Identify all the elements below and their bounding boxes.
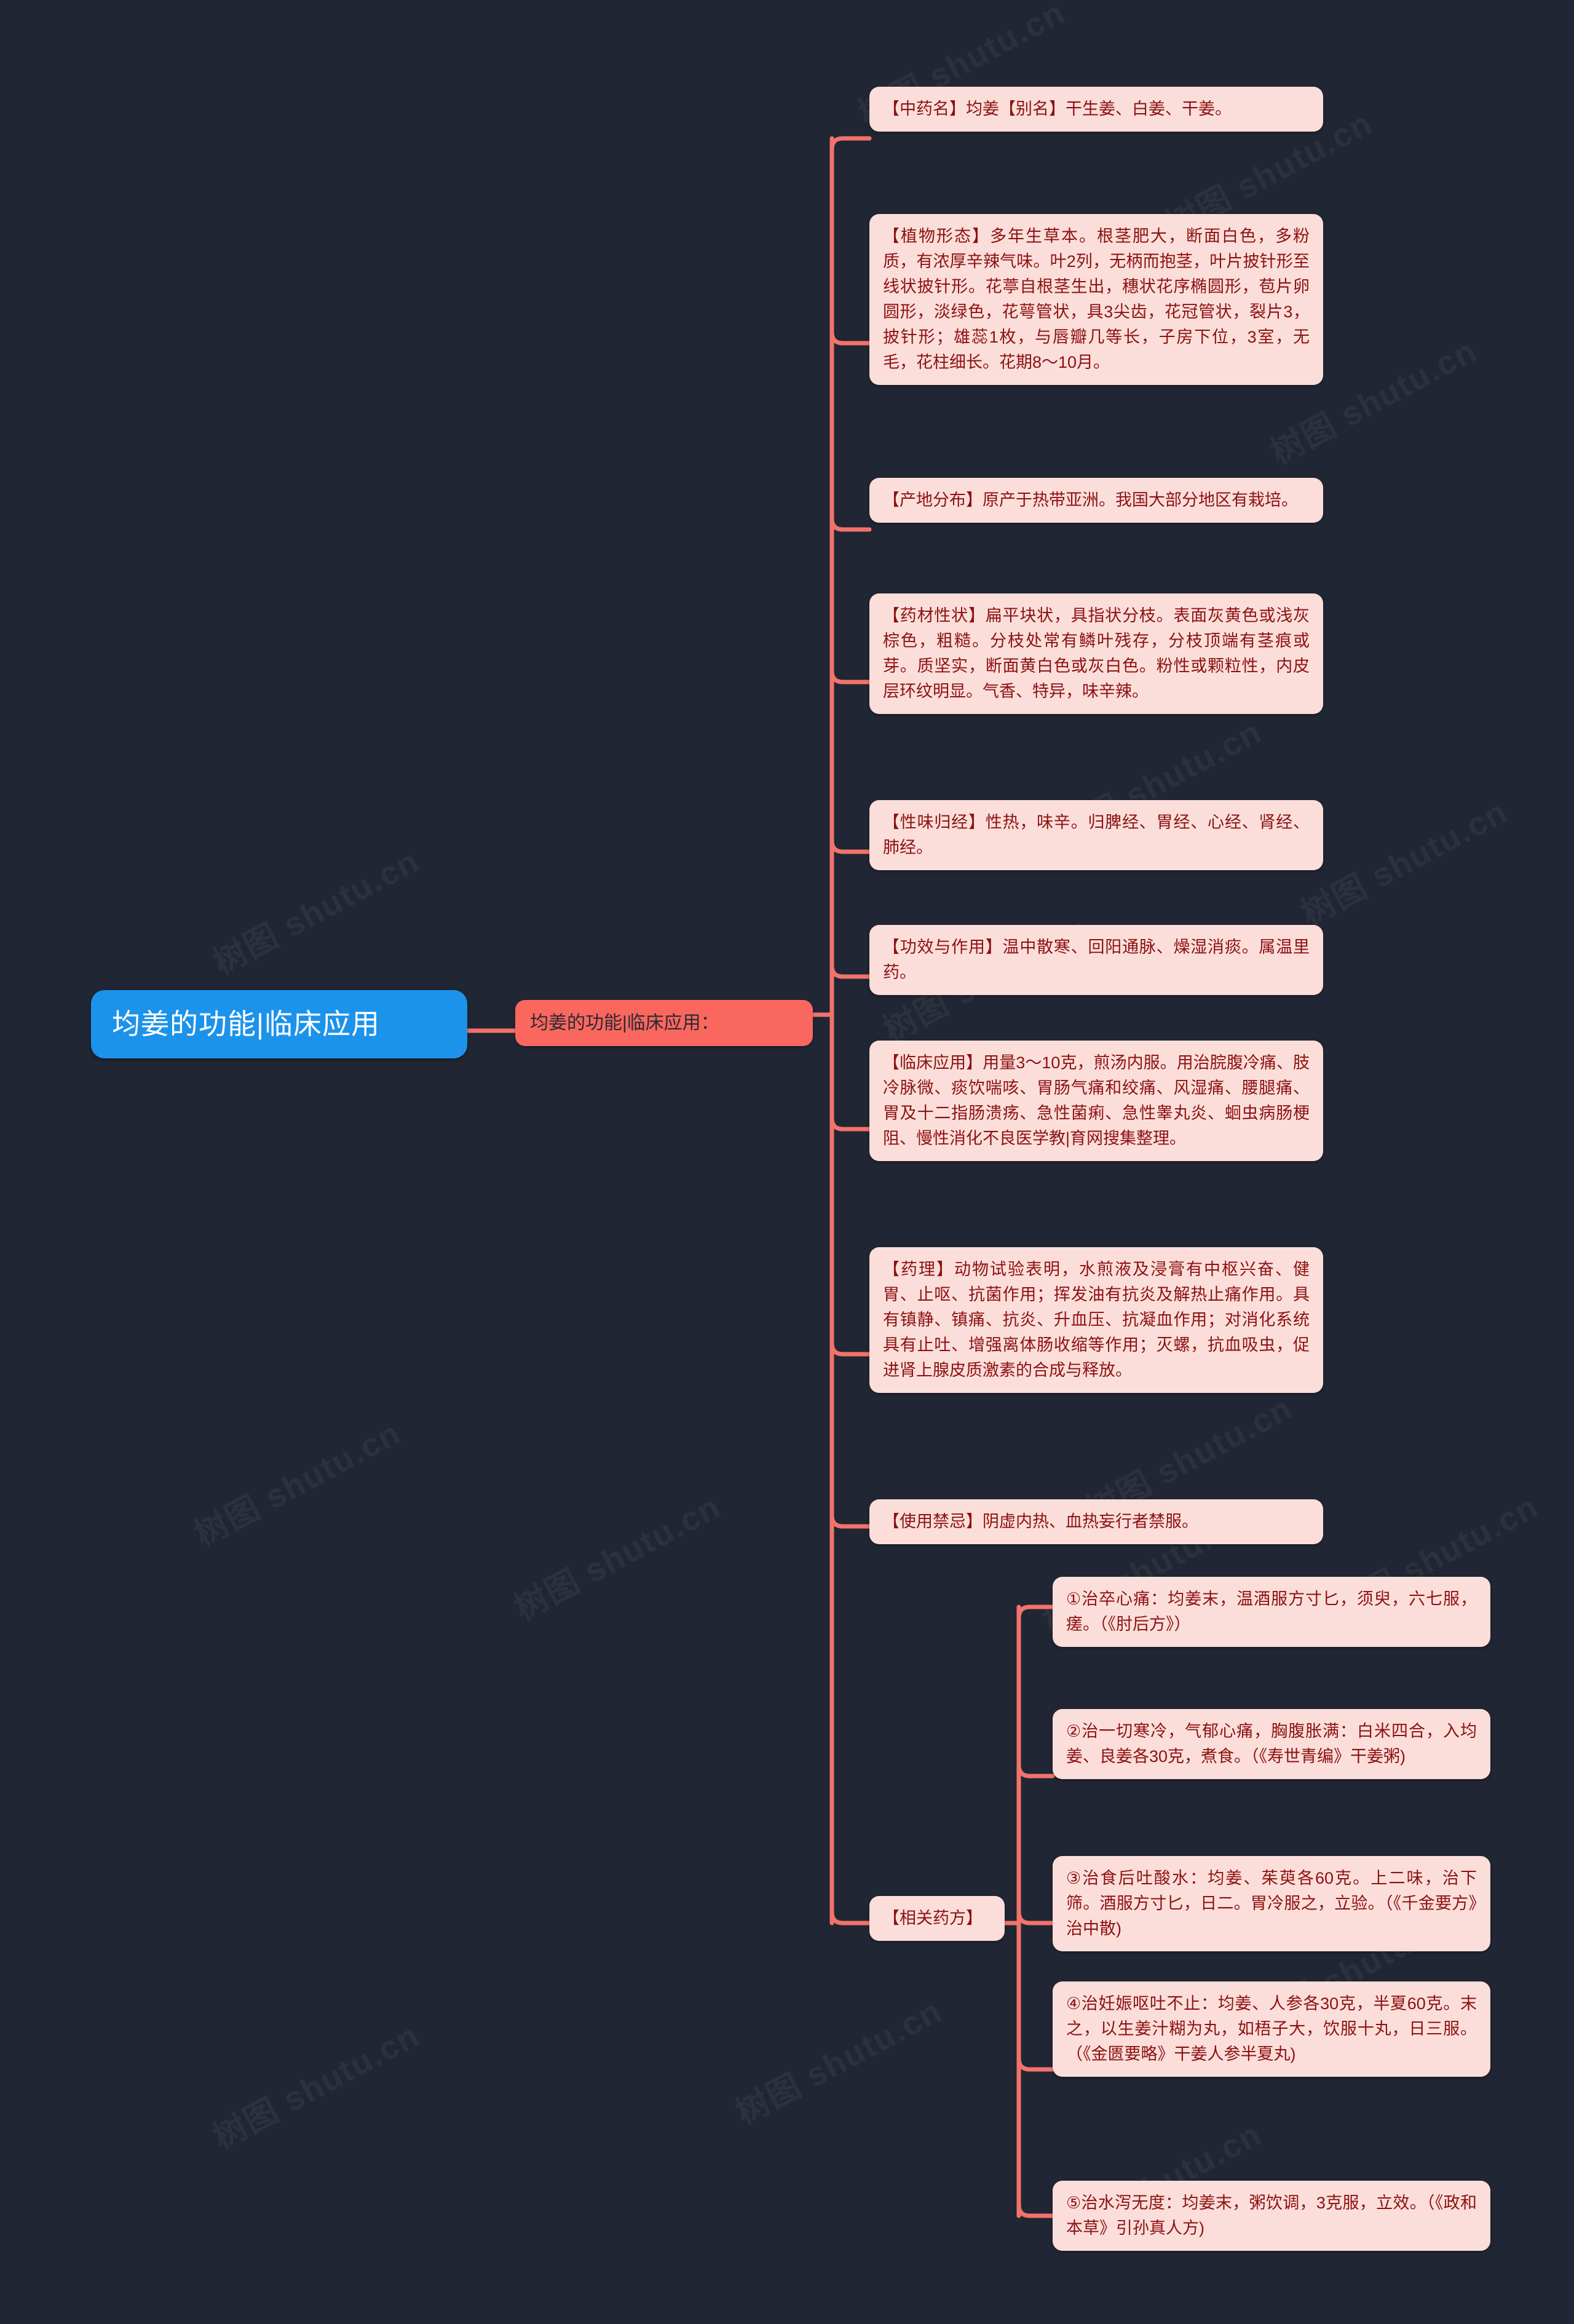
mindmap-branch-node[interactable]: 均姜的功能|临床应用： — [515, 1000, 813, 1046]
prescription-node-1[interactable]: ①治卒心痛：均姜末，温酒服方寸匕，须臾，六七服，瘥。（《肘后方》） — [1053, 1577, 1490, 1648]
prescription-label: ⑤治水泻无度：均姜末，粥饮调，3克服，立效。（《政和本草》引孙真人方) — [1066, 2194, 1477, 2238]
topic-label: 【性味归经】性热，味辛。归脾经、胃经、心经、肾经、肺经。 — [883, 813, 1310, 857]
topic-label: 【使用禁忌】阴虚内热、血热妄行者禁服。 — [883, 1512, 1198, 1531]
topic-label: 【相关药方】 — [883, 1909, 983, 1927]
topic-label: 【中药名】均姜【别名】干生姜、白姜、干姜。 — [883, 100, 1232, 118]
prescription-node-2[interactable]: ②治一切寒冷，气郁心痛，胸腹胀满：白米四合，入均姜、良姜各30克，煮食。（《寿世… — [1053, 1709, 1490, 1780]
prescription-node-4[interactable]: ④治妊娠呕吐不止：均姜、人参各30克，半夏60克。末之，以生姜汁糊为丸，如梧子大… — [1053, 1981, 1490, 2077]
topic-label: 【临床应用】用量3～10克，煎汤内服。用治脘腹冷痛、肢冷脉微、痰饮喘咳、胃肠气痛… — [883, 1053, 1310, 1148]
mindmap-root-node[interactable]: 均姜的功能|临床应用 — [91, 990, 467, 1058]
prescription-node-3[interactable]: ③治食后吐酸水：均姜、茱萸各60克。上二味，治下筛。酒服方寸匕，日二。胃冷服之，… — [1053, 1856, 1490, 1952]
topic-label: 【功效与作用】温中散寒、回阳通脉、燥湿消痰。属温里药。 — [883, 938, 1310, 982]
topic-node-linchuangyingyong[interactable]: 【临床应用】用量3～10克，煎汤内服。用治脘腹冷痛、肢冷脉微、痰饮喘咳、胃肠气痛… — [869, 1041, 1323, 1162]
node-layer: 均姜的功能|临床应用 均姜的功能|临床应用： 【中药名】均姜【别名】干生姜、白姜… — [0, 0, 1574, 2324]
topic-node-yaoli[interactable]: 【药理】动物试验表明，水煎液及浸膏有中枢兴奋、健胃、止呕、抗菌作用；挥发油有抗炎… — [869, 1247, 1323, 1394]
topic-node-chandifenbu[interactable]: 【产地分布】原产于热带亚洲。我国大部分地区有栽培。 — [869, 478, 1323, 523]
topic-node-zhongyaoming[interactable]: 【中药名】均姜【别名】干生姜、白姜、干姜。 — [869, 87, 1323, 132]
topic-node-xingweiguijing[interactable]: 【性味归经】性热，味辛。归脾经、胃经、心经、肾经、肺经。 — [869, 800, 1323, 871]
topic-label: 【药材性状】扁平块状，具指状分枝。表面灰黄色或浅灰棕色，粗糙。分枝处常有鳞叶残存… — [883, 606, 1310, 701]
prescription-label: ②治一切寒冷，气郁心痛，胸腹胀满：白米四合，入均姜、良姜各30克，煮食。（《寿世… — [1066, 1722, 1477, 1766]
mindmap-canvas: 树图 shutu.cn 树图 shutu.cn 树图 shutu.cn 树图 s… — [0, 0, 1574, 2324]
topic-node-yaocaixingzhuang[interactable]: 【药材性状】扁平块状，具指状分枝。表面灰黄色或浅灰棕色，粗糙。分枝处常有鳞叶残存… — [869, 593, 1323, 715]
prescription-label: ③治食后吐酸水：均姜、茱萸各60克。上二味，治下筛。酒服方寸匕，日二。胃冷服之，… — [1066, 1869, 1477, 1938]
topic-node-shiyongjinji[interactable]: 【使用禁忌】阴虚内热、血热妄行者禁服。 — [869, 1499, 1323, 1545]
topic-label: 【药理】动物试验表明，水煎液及浸膏有中枢兴奋、健胃、止呕、抗菌作用；挥发油有抗炎… — [883, 1260, 1310, 1380]
prescription-label: ①治卒心痛：均姜末，温酒服方寸匕，须臾，六七服，瘥。（《肘后方》） — [1066, 1590, 1477, 1634]
topic-node-xiangguanyaofang[interactable]: 【相关药方】 — [869, 1896, 1005, 1941]
topic-node-zhiwuxingtai[interactable]: 【植物形态】多年生草本。根茎肥大，断面白色，多粉质，有浓厚辛辣气味。叶2列，无柄… — [869, 214, 1323, 386]
topic-node-gongxiaoyuzuoyong[interactable]: 【功效与作用】温中散寒、回阳通脉、燥湿消痰。属温里药。 — [869, 925, 1323, 996]
mindmap-branch-label: 均姜的功能|临床应用： — [530, 1013, 719, 1033]
topic-label: 【植物形态】多年生草本。根茎肥大，断面白色，多粉质，有浓厚辛辣气味。叶2列，无柄… — [883, 227, 1310, 372]
topic-label: 【产地分布】原产于热带亚洲。我国大部分地区有栽培。 — [883, 491, 1298, 509]
prescription-node-5[interactable]: ⑤治水泻无度：均姜末，粥饮调，3克服，立效。（《政和本草》引孙真人方) — [1053, 2181, 1490, 2251]
prescription-label: ④治妊娠呕吐不止：均姜、人参各30克，半夏60克。末之，以生姜汁糊为丸，如梧子大… — [1066, 1994, 1477, 2064]
mindmap-root-label: 均姜的功能|临床应用 — [112, 1008, 380, 1040]
